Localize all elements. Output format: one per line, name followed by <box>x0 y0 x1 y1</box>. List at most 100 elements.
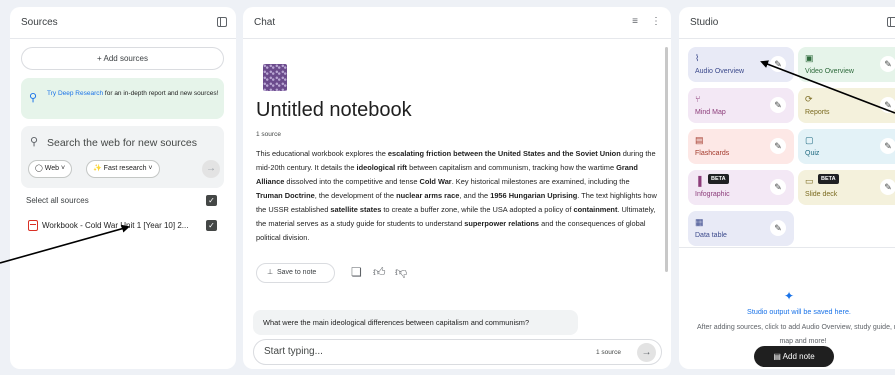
studio-card-label: Video Overview <box>805 68 854 75</box>
source-item-label[interactable]: Workbook - Cold War Unit 1 [Year 10] 2..… <box>42 221 202 230</box>
web-search-box: ⚲ Search the web for new sources ◯ Web ˅… <box>21 126 224 188</box>
studio-panel: Studio ⌇ Audio Overview ✎ ▣ Video Overview ✎ ⑂… <box>679 7 895 369</box>
infographic-icon: ▐ <box>695 176 702 186</box>
select-all-label: Select all sources <box>26 196 89 205</box>
mind-map-icon: ⑂ <box>695 94 701 104</box>
summary-text: . Key historical milestones are examined… <box>451 177 630 186</box>
chat-composer: Start typing... 1 source → <box>253 339 662 365</box>
chat-scrollbar[interactable] <box>665 47 668 272</box>
web-chip[interactable]: ◯ Web ˅ <box>28 160 73 178</box>
studio-title: Studio <box>690 17 719 28</box>
summary-key-term: superpower relations <box>464 219 540 228</box>
deep-research-text: Try Deep Research for an in-depth report… <box>47 90 219 97</box>
studio-card-data-table[interactable]: ▦ Data table ✎ <box>688 211 794 246</box>
summary-key-term: 1956 Hungarian Uprising <box>490 191 578 200</box>
collapse-panel-icon[interactable] <box>217 17 227 27</box>
collapse-panel-icon[interactable] <box>887 17 895 27</box>
thumbs-down-icon[interactable]: 👎︎ <box>395 265 407 280</box>
fast-research-chip[interactable]: ✨ Fast research ˅ <box>86 160 160 178</box>
slides-icon: ▭ <box>805 176 814 186</box>
deep-research-link[interactable]: Try Deep Research <box>47 90 103 97</box>
studio-card-flashcards[interactable]: ▤ Flashcards ✎ <box>688 129 794 164</box>
save-to-note-button[interactable]: ⊥ Save to note <box>256 263 335 283</box>
thumbs-up-icon[interactable]: 👍︎ <box>373 265 386 280</box>
summary-text: , and the <box>459 191 491 200</box>
summary-key-term: Truman Doctrine <box>256 191 315 200</box>
edit-pencil-icon[interactable]: ✎ <box>880 97 895 113</box>
source-count: 1 source <box>256 131 281 138</box>
notebook-icon <box>263 64 287 91</box>
chat-input[interactable]: Start typing... <box>264 346 323 357</box>
notebook-summary: This educational workbook explores the e… <box>256 147 658 245</box>
notebook-title[interactable]: Untitled notebook <box>256 99 412 122</box>
studio-card-infographic[interactable]: ▐ BETA Infographic ✎ <box>688 170 794 205</box>
studio-card-label: Mind Map <box>695 109 726 116</box>
summary-text: to create a buffer zone, while the USA a… <box>381 205 574 214</box>
studio-divider <box>679 247 895 248</box>
studio-card-video-overview[interactable]: ▣ Video Overview ✎ <box>798 47 895 82</box>
add-sources-button[interactable]: + Add sources <box>21 47 224 70</box>
sources-panel: Sources + Add sources ⚲ Try Deep Researc… <box>10 7 236 369</box>
edit-pencil-icon[interactable]: ✎ <box>770 138 786 154</box>
magic-wand-icon: ✦ <box>784 289 795 303</box>
edit-pencil-icon[interactable]: ✎ <box>770 220 786 236</box>
studio-card-label: Data table <box>695 232 727 239</box>
summary-text: , the development of the <box>314 191 397 200</box>
sources-header: Sources <box>10 7 236 39</box>
studio-card-label: Slide deck <box>805 191 838 198</box>
summary-key-term: ideological rift <box>356 163 408 172</box>
summary-key-term: containment <box>573 205 618 214</box>
edit-pencil-icon[interactable]: ✎ <box>880 56 895 72</box>
edit-pencil-icon[interactable]: ✎ <box>770 179 786 195</box>
beta-badge: BETA <box>708 174 729 184</box>
studio-card-label: Infographic <box>695 191 730 198</box>
studio-card-quiz[interactable]: ▢ Quiz ✎ <box>798 129 895 164</box>
edit-pencil-icon[interactable]: ✎ <box>880 138 895 154</box>
web-search-input[interactable]: Search the web for new sources <box>47 137 197 149</box>
submit-search-button[interactable]: → <box>202 160 220 178</box>
table-icon: ▦ <box>695 217 704 227</box>
source-item-checkbox[interactable]: ✓ <box>206 220 217 231</box>
studio-empty-hint: After adding sources, click to add Audio… <box>696 324 895 345</box>
reports-icon: ⟳ <box>805 94 813 104</box>
studio-card-label: Audio Overview <box>695 68 745 75</box>
summary-text: dissolved into the competitive and tense <box>284 177 420 186</box>
summary-key-term: escalating friction between the United S… <box>387 149 621 158</box>
suggested-question[interactable]: What were the main ideological differenc… <box>253 310 578 335</box>
studio-card-label: Quiz <box>805 150 820 157</box>
chat-title: Chat <box>254 17 276 28</box>
more-vert-icon[interactable]: ⋮ <box>650 16 662 28</box>
send-button[interactable]: → <box>637 343 656 362</box>
studio-empty-title: Studio output will be saved here. <box>747 307 851 316</box>
edit-pencil-icon[interactable]: ✎ <box>770 56 786 72</box>
sources-title: Sources <box>21 17 58 28</box>
studio-card-reports[interactable]: ⟳ Reports ✎ <box>798 88 895 123</box>
studio-header: Studio <box>679 7 895 39</box>
copy-icon[interactable]: ❏ <box>351 265 362 279</box>
select-all-checkbox[interactable]: ✓ <box>206 195 217 206</box>
search-icon: ⚲ <box>30 136 39 148</box>
studio-card-label: Reports <box>805 109 830 116</box>
edit-pencil-icon[interactable]: ✎ <box>770 97 786 113</box>
summary-key-term: nuclear arms race <box>396 191 460 200</box>
beta-badge: BETA <box>818 174 839 184</box>
studio-card-audio-overview[interactable]: ⌇ Audio Overview ✎ <box>688 47 794 82</box>
add-note-button[interactable]: ▤ Add note <box>754 346 834 367</box>
deep-research-banner[interactable]: ⚲ Try Deep Research for an in-depth repo… <box>21 78 224 119</box>
summary-key-term: Cold War <box>419 177 452 186</box>
chat-panel: Chat ≡ ⋮ Untitled notebook 1 source This… <box>243 7 671 369</box>
chat-header: Chat ≡ ⋮ <box>243 7 671 39</box>
studio-card-slide-deck[interactable]: ▭ BETA Slide deck ✎ <box>798 170 895 205</box>
edit-pencil-icon[interactable]: ✎ <box>880 179 895 195</box>
tune-icon[interactable]: ≡ <box>629 16 641 28</box>
deep-research-icon: ⚲ <box>29 92 38 104</box>
video-icon: ▣ <box>805 53 814 63</box>
quiz-icon: ▢ <box>805 135 814 145</box>
summary-text: between capitalism and communism, tracki… <box>407 163 617 172</box>
pdf-file-icon <box>28 220 38 231</box>
waveform-icon: ⌇ <box>695 53 700 63</box>
flashcards-icon: ▤ <box>695 135 704 145</box>
summary-key-term: satellite states <box>330 205 382 214</box>
pin-icon: ⊥ <box>267 269 274 276</box>
studio-card-mind-map[interactable]: ⑂ Mind Map ✎ <box>688 88 794 123</box>
